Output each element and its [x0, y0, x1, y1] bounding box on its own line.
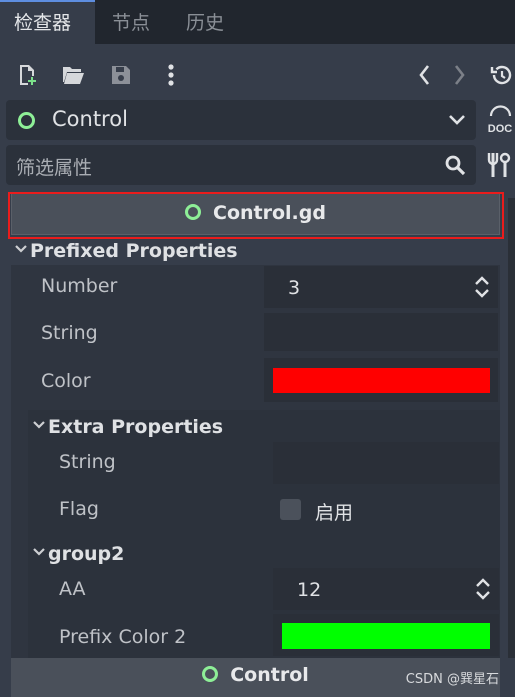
group-group2[interactable]: group2 — [32, 540, 124, 568]
chevron-down-icon — [32, 413, 46, 435]
inspector-scrollbar[interactable] — [508, 198, 515, 658]
prop-label-number: Number — [41, 275, 118, 297]
number-spinbox[interactable]: 3 — [264, 266, 498, 308]
prop-label-prefix-color-2: Prefix Color 2 — [59, 626, 187, 648]
back-icon[interactable] — [410, 60, 440, 90]
watermark-text: CSDN @巽星石 — [405, 672, 499, 687]
node-selector[interactable]: Control — [6, 100, 476, 140]
tab-node[interactable]: 节点 — [98, 0, 164, 44]
filter-properties-input[interactable]: 筛选属性 — [6, 145, 476, 185]
prop-label-aa: AA — [59, 578, 86, 600]
chevron-down-icon — [32, 540, 46, 562]
flag-checkbox[interactable] — [280, 499, 301, 520]
number-value: 3 — [288, 277, 301, 299]
color-swatch[interactable] — [282, 623, 490, 649]
group-title: group2 — [48, 543, 125, 565]
doc-label: DOC — [488, 123, 513, 135]
node-selector-value: Control — [52, 107, 128, 131]
chevron-down-icon — [448, 110, 466, 132]
new-resource-icon[interactable] — [12, 60, 42, 90]
group-prefixed-properties[interactable]: Prefixed Properties — [14, 237, 238, 265]
control-category-label: Control — [230, 664, 309, 686]
flag-checkbox-row[interactable]: 启用 — [273, 490, 499, 530]
tab-history[interactable]: 历史 — [172, 0, 238, 44]
open-folder-icon[interactable] — [58, 60, 88, 90]
forward-icon[interactable] — [444, 60, 474, 90]
chevron-down-icon — [14, 237, 28, 259]
group-title: Prefixed Properties — [30, 240, 238, 262]
prop-label-flag: Flag — [59, 498, 99, 520]
control-node-icon — [18, 112, 35, 129]
dock-tab-bar: 检查器 节点 历史 — [0, 0, 515, 44]
flag-checkbox-label: 启用 — [315, 502, 354, 524]
string-input[interactable] — [264, 313, 498, 351]
highlight-box — [8, 192, 504, 239]
spin-arrows-icon[interactable] — [474, 275, 490, 303]
aa-value: 12 — [297, 579, 322, 601]
save-icon[interactable] — [106, 60, 136, 90]
group-title: Extra Properties — [48, 416, 224, 438]
more-vertical-icon[interactable] — [156, 60, 186, 90]
spin-arrows-icon[interactable] — [475, 577, 491, 605]
prop-label-extra-string: String — [59, 451, 116, 473]
aa-spinbox[interactable]: 12 — [273, 568, 499, 610]
color-picker-field[interactable] — [264, 358, 498, 402]
tab-inspector[interactable]: 检查器 — [0, 0, 95, 44]
history-icon[interactable] — [486, 60, 515, 90]
color-swatch[interactable] — [273, 368, 490, 393]
filter-placeholder: 筛选属性 — [16, 157, 93, 179]
group-extra-properties[interactable]: Extra Properties — [32, 413, 223, 441]
prefix-color-2-picker-field[interactable] — [273, 614, 499, 656]
prop-label-string: String — [41, 322, 98, 344]
extra-string-input[interactable] — [273, 442, 499, 484]
search-icon — [444, 154, 466, 180]
prop-label-color: Color — [41, 370, 91, 392]
control-node-icon — [202, 666, 219, 682]
object-tools-icon[interactable] — [486, 150, 515, 182]
doc-button[interactable]: DOC — [486, 104, 515, 138]
